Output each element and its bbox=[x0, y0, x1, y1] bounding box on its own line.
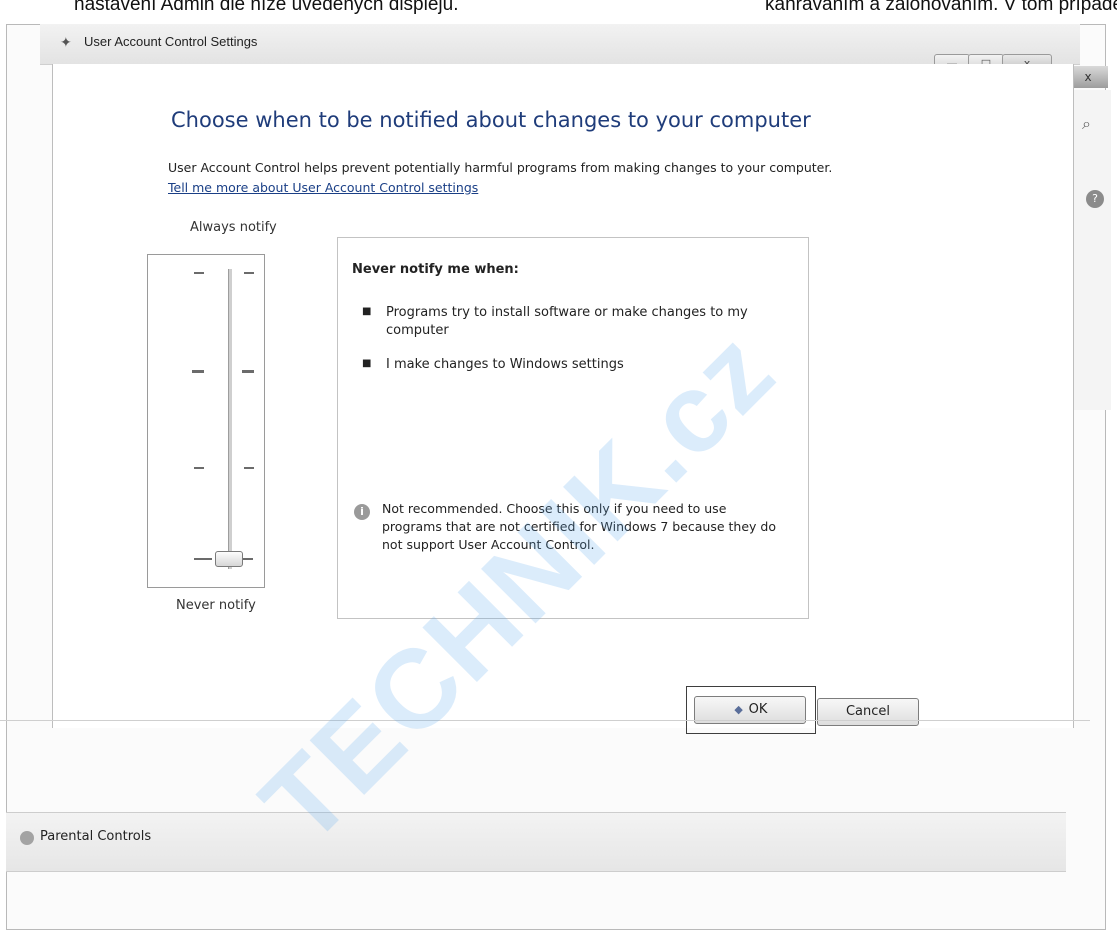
bullet-icon: ■ bbox=[362, 358, 372, 369]
bullet-icon: ■ bbox=[362, 306, 372, 317]
slider-track[interactable] bbox=[228, 269, 232, 569]
slider-tick bbox=[244, 467, 254, 469]
slider-tick bbox=[244, 272, 254, 274]
parental-controls-icon bbox=[20, 831, 34, 845]
description-panel: Never notify me when: ■ Programs try to … bbox=[337, 237, 809, 619]
parental-controls-label[interactable]: Parental Controls bbox=[40, 829, 151, 844]
background-help-icon[interactable]: ? bbox=[1086, 190, 1104, 208]
warning-text: Not recommended. Choose this only if you… bbox=[382, 501, 776, 552]
slider-thumb[interactable] bbox=[215, 551, 243, 567]
parental-controls-bar[interactable]: Parental Controls bbox=[6, 812, 1066, 872]
background-close-button[interactable]: x bbox=[1068, 66, 1108, 88]
document-text-left: nastavení Admin dle níže uvedených displ… bbox=[74, 0, 459, 15]
background-window bbox=[1070, 90, 1111, 410]
ok-button-label: OK bbox=[748, 702, 768, 717]
window-title: User Account Control Settings bbox=[84, 34, 258, 49]
slider-tick bbox=[242, 370, 254, 373]
slider-tick bbox=[194, 558, 212, 560]
slider-tick bbox=[192, 370, 204, 373]
slider-tick bbox=[243, 558, 253, 560]
background-search-icon[interactable]: ⌕ bbox=[1082, 114, 1112, 136]
learn-more-link[interactable]: Tell me more about User Account Control … bbox=[168, 180, 478, 195]
dialog-body: Choose when to be notified about changes… bbox=[52, 64, 1074, 734]
notification-slider[interactable] bbox=[147, 254, 265, 588]
cancel-button[interactable]: Cancel bbox=[817, 698, 919, 726]
list-item-text: I make changes to Windows settings bbox=[386, 357, 624, 372]
shield-icon: ✦ bbox=[60, 35, 72, 51]
document-text-right: kanrávaním a zálohováním. V tom případě … bbox=[765, 0, 1117, 15]
slider-bottom-label: Never notify bbox=[176, 598, 256, 613]
page-title: Choose when to be notified about changes… bbox=[171, 108, 811, 132]
panel-title: Never notify me when: bbox=[352, 262, 519, 277]
list-item-text: Programs try to install software or make… bbox=[386, 305, 748, 338]
slider-tick bbox=[194, 272, 204, 274]
slider-top-label: Always notify bbox=[190, 220, 277, 235]
window-titlebar[interactable]: ✦ User Account Control Settings bbox=[40, 24, 1080, 65]
warning-icon: i bbox=[354, 504, 370, 520]
slider-tick bbox=[194, 467, 204, 469]
divider bbox=[0, 720, 1090, 721]
description-text: User Account Control helps prevent poten… bbox=[168, 160, 833, 175]
